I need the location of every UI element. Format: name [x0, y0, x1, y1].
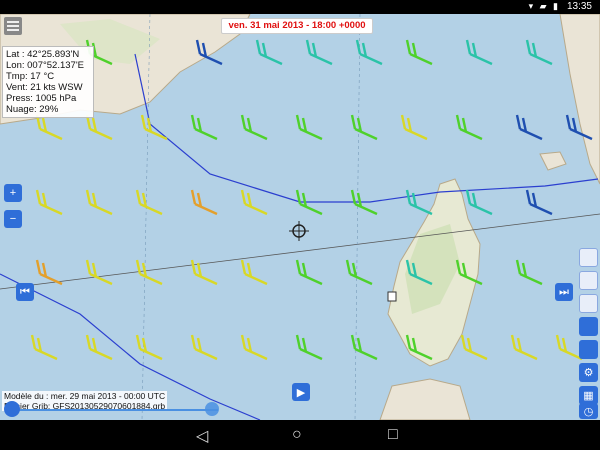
zoom-out-button[interactable]: −: [4, 210, 22, 228]
temperature: Tmp: 17 °C: [6, 71, 55, 82]
status-time: 13:35: [566, 1, 592, 12]
pressure-layer-icon[interactable]: [579, 271, 598, 290]
longitude: Lon: 007°52.137'E: [6, 60, 84, 71]
forecast-date[interactable]: ven. 31 mai 2013 - 18:00 +0000: [221, 18, 373, 34]
zoom-in-button[interactable]: +: [4, 184, 22, 202]
buoy-icon[interactable]: [579, 294, 598, 313]
back-icon[interactable]: ◁: [196, 426, 208, 446]
boat-icon[interactable]: [579, 317, 598, 336]
android-nav-bar: ◁ ○ □: [0, 420, 600, 450]
pressure: Press: 1005 hPa: [6, 93, 77, 104]
time-slider-track[interactable]: [18, 409, 218, 411]
play-button[interactable]: ▶: [292, 383, 310, 401]
port-marker: [387, 291, 397, 302]
cloud-cover: Nuage: 29%: [6, 104, 59, 115]
time-slider-knob[interactable]: [205, 402, 219, 416]
clock-icon[interactable]: ◷: [579, 403, 598, 419]
info-panel: Lat : 42°25.893'N Lon: 007°52.137'E Tmp:…: [2, 46, 94, 118]
compass-icon[interactable]: [579, 340, 598, 359]
record-icon[interactable]: [4, 401, 20, 417]
recent-apps-icon[interactable]: □: [388, 426, 398, 444]
latitude: Lat : 42°25.893'N: [6, 49, 80, 60]
status-icons: ▾ ▰ ▮: [528, 1, 560, 11]
wind-info: Vent: 21 kts WSW: [6, 82, 83, 93]
status-bar: ▾ ▰ ▮ 13:35: [0, 0, 600, 14]
home-icon[interactable]: ○: [292, 426, 302, 444]
wind-layer-icon[interactable]: [579, 248, 598, 267]
model-date: Modèle du : mer. 29 mai 2013 - 00:00 UTC: [4, 391, 166, 401]
model-footer: Modèle du : mer. 29 mai 2013 - 00:00 UTC…: [2, 391, 168, 411]
settings-gear-icon[interactable]: ⚙: [579, 363, 598, 382]
previous-button[interactable]: ⏮: [16, 283, 34, 301]
next-button[interactable]: ⏭: [555, 283, 573, 301]
menu-button[interactable]: [4, 17, 22, 35]
